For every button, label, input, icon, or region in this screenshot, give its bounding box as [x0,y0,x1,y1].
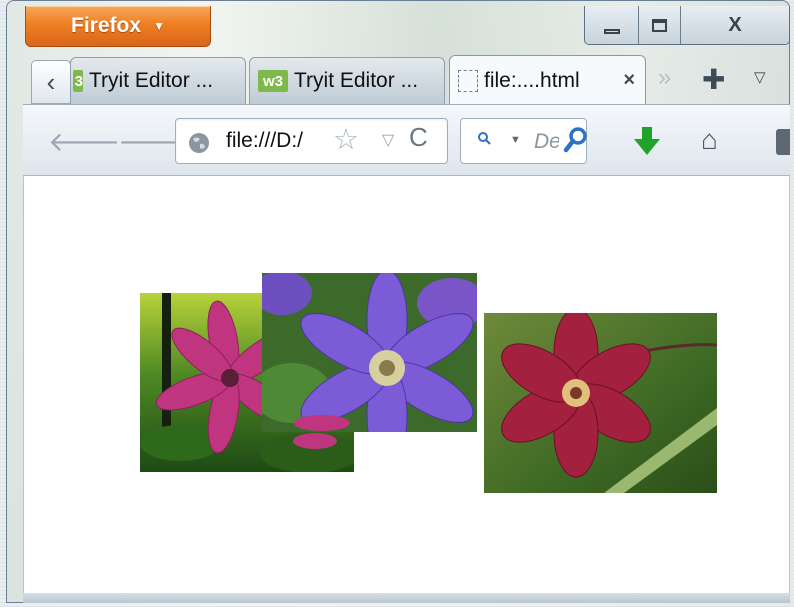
w3schools-icon: w3 [258,70,288,92]
chevron-left-icon: ‹ [46,66,56,97]
home-button[interactable]: ⌂ [701,124,718,156]
tab-scroll-right-button[interactable]: » [658,64,671,92]
maximize-button[interactable] [639,6,681,44]
firefox-menu-label: Firefox [71,14,142,37]
close-icon: X [728,13,742,36]
search-engine-icon[interactable] [477,131,491,150]
search-input[interactable]: De [534,130,559,154]
minimize-button[interactable] [585,6,639,44]
w3schools-icon: 3 [73,70,83,92]
url-input[interactable]: file:///D:/ [226,129,321,153]
back-button[interactable]: 🡐 [48,125,120,158]
chevron-down-icon[interactable]: ▼ [510,134,521,146]
tab-label: file:....html [484,68,580,92]
close-tab-icon[interactable]: × [623,69,635,92]
home-icon: ⌂ [701,124,718,155]
arrow-left-icon: 🡐 [48,127,121,157]
firefox-menu-button[interactable]: Firefox ▼ [25,6,211,47]
tab-tryit-editor-1[interactable]: 3 Tryit Editor ... [70,57,246,104]
close-window-button[interactable]: X [681,6,789,44]
chevron-down-icon: ▼ [153,19,165,33]
minimize-icon [603,28,620,34]
toolbar-overflow-icon[interactable] [776,129,790,155]
reload-button[interactable]: C [409,122,428,153]
search-icon[interactable] [563,126,589,159]
purple-clematis-image [262,273,477,432]
downloads-button[interactable] [632,125,662,162]
tab-label: Tryit Editor ... [294,69,419,92]
download-arrow-icon [634,127,660,155]
tab-file-html-active[interactable]: file:....html × [449,55,646,105]
globe-icon [188,132,210,159]
tab-label: Tryit Editor ... [89,69,214,92]
blank-page-icon [458,69,478,92]
tab-tryit-editor-2[interactable]: w3 Tryit Editor ... [249,57,445,104]
new-tab-button[interactable]: ✚ [702,63,725,96]
window-bottom-border [23,593,790,603]
url-history-dropdown-icon[interactable]: ▽ [382,130,394,150]
bookmark-star-icon[interactable]: ☆ [333,122,359,157]
red-clematis-image [484,313,717,493]
tab-scroll-left-button[interactable]: ‹ [31,60,71,104]
reload-icon: C [409,122,428,152]
list-all-tabs-button[interactable]: ▽ [754,68,766,86]
maximize-icon [652,18,667,32]
window-controls: X [584,6,790,45]
